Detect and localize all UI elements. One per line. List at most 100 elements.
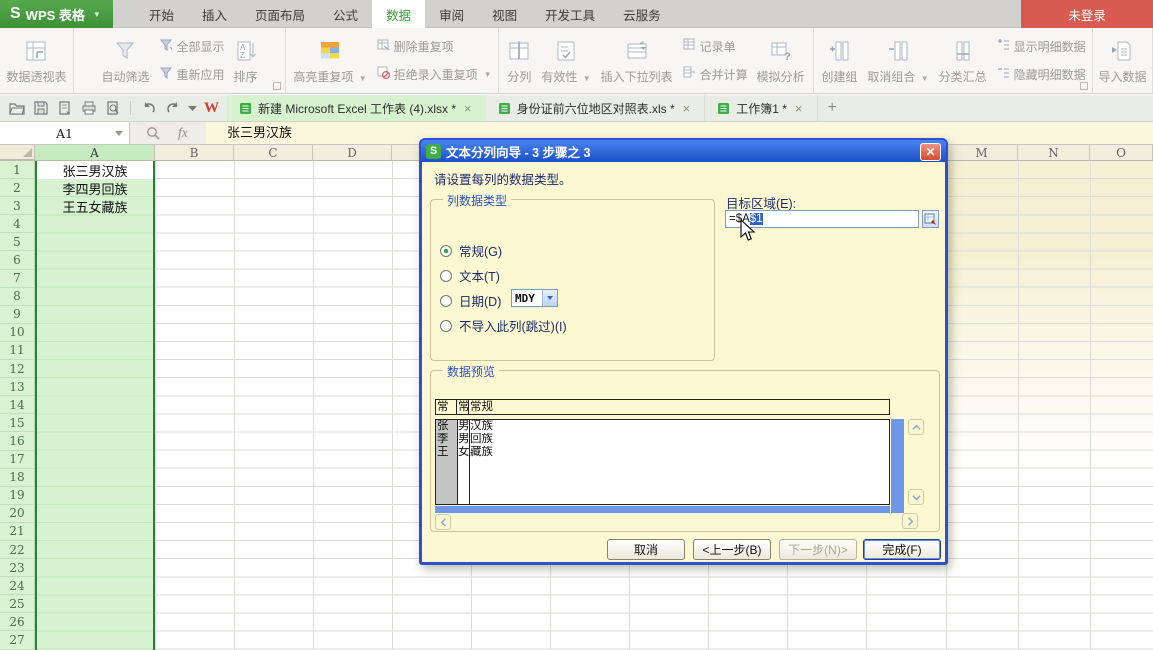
row-header-19[interactable]: 19 <box>0 487 34 505</box>
close-icon[interactable]: × <box>462 101 474 116</box>
document-tab[interactable]: 新建 Microsoft Excel 工作表 (4).xlsx *× <box>227 95 486 121</box>
radio-option-日期(D)[interactable]: 日期(D) <box>440 291 501 310</box>
column-header-A[interactable]: A <box>35 145 155 160</box>
preview-column-type-header[interactable]: 常规常常规 <box>435 399 890 415</box>
ribbon-button-模拟分析[interactable]: ?模拟分析 <box>752 37 810 85</box>
chevron-down-icon[interactable] <box>115 131 123 136</box>
row-header-20[interactable]: 20 <box>0 505 34 523</box>
radio-button-icon[interactable] <box>440 295 452 307</box>
selected-column-a[interactable] <box>35 161 155 650</box>
ribbon-button-导入数据[interactable]: 导入数据 <box>1093 37 1151 85</box>
radio-button-icon[interactable] <box>440 270 452 282</box>
menu-tab-审阅[interactable]: 审阅 <box>425 0 478 28</box>
row-header-8[interactable]: 8 <box>0 288 34 306</box>
menu-tab-页面布局[interactable]: 页面布局 <box>241 0 319 28</box>
preview-horizontal-scrollbar[interactable] <box>435 506 890 513</box>
ribbon-button-创建组[interactable]: 创建组 <box>816 37 862 85</box>
preview-header-cell[interactable]: 常规 <box>469 400 889 414</box>
dialog-button-<上一步(B)[interactable]: <上一步(B) <box>693 539 771 560</box>
scroll-right-button[interactable] <box>902 513 918 529</box>
row-header-2[interactable]: 2 <box>0 179 34 197</box>
radio-option-文本(T)[interactable]: 文本(T) <box>440 266 500 285</box>
column-header-D[interactable]: D <box>313 145 392 160</box>
cell-A1[interactable]: 张三男汉族 <box>37 161 153 179</box>
radio-option-不导入此列(跳过)(I)[interactable]: 不导入此列(跳过)(I) <box>440 316 567 335</box>
document-tab[interactable]: 身份证前六位地区对照表.xls *× <box>486 95 706 121</box>
menu-tab-开发工具[interactable]: 开发工具 <box>531 0 609 28</box>
ribbon-button-隐藏明细数据[interactable]: 隐藏明细数据 <box>996 65 1086 84</box>
ribbon-button-显示明细数据[interactable]: 显示明细数据 <box>996 37 1086 56</box>
scroll-up-button[interactable] <box>908 419 924 435</box>
ribbon-button-重新应用[interactable]: 重新应用 <box>158 65 224 84</box>
row-header-16[interactable]: 16 <box>0 432 34 450</box>
radio-button-icon[interactable] <box>440 320 452 332</box>
cell-A2[interactable]: 李四男回族 <box>37 179 153 197</box>
row-header-15[interactable]: 15 <box>0 414 34 432</box>
print-icon[interactable] <box>80 100 97 117</box>
row-header-7[interactable]: 7 <box>0 270 34 288</box>
ribbon-button-全部显示[interactable]: 全部显示 <box>158 37 224 56</box>
menu-tab-数据[interactable]: 数据 <box>372 0 425 28</box>
combo-dropdown-icon[interactable] <box>542 290 557 306</box>
row-header-24[interactable]: 24 <box>0 577 34 595</box>
column-header-M[interactable]: M <box>946 145 1018 160</box>
preview-data-area[interactable]: 张三男汉族李四男回族王五女藏族 <box>435 419 890 505</box>
row-header-6[interactable]: 6 <box>0 251 34 269</box>
column-header-C[interactable]: C <box>234 145 313 160</box>
ribbon-button-排序[interactable]: AZ排序 <box>229 37 263 85</box>
menu-tab-视图[interactable]: 视图 <box>478 0 531 28</box>
row-header-27[interactable]: 27 <box>0 631 34 649</box>
ribbon-button-拒绝录入重复项[interactable]: 拒绝录入重复项▼ <box>376 65 492 84</box>
row-header-5[interactable]: 5 <box>0 233 34 251</box>
menu-tab-云服务[interactable]: 云服务 <box>609 0 675 28</box>
column-header-O[interactable]: O <box>1090 145 1153 160</box>
radio-option-常规(G)[interactable]: 常规(G) <box>440 241 502 260</box>
row-header-23[interactable]: 23 <box>0 559 34 577</box>
ribbon-button-高亮重复项[interactable]: 高亮重复项 ▼ <box>288 37 371 85</box>
row-header-11[interactable]: 11 <box>0 342 34 360</box>
select-all-corner[interactable] <box>0 145 35 160</box>
row-header-14[interactable]: 14 <box>0 396 34 414</box>
document-tab[interactable]: 工作簿1 *× <box>705 95 817 121</box>
scroll-down-button[interactable] <box>908 489 924 505</box>
ribbon-button-记录单[interactable]: 记录单 <box>682 37 748 56</box>
menu-tab-公式[interactable]: 公式 <box>319 0 372 28</box>
preview-header-cell[interactable]: 常 <box>457 400 469 414</box>
redo-icon[interactable] <box>164 100 181 117</box>
ribbon-button-数据透视表[interactable]: 数据透视表 <box>1 37 71 85</box>
dialog-button-完成(F)[interactable]: 完成(F) <box>863 539 941 560</box>
export-icon[interactable] <box>56 100 73 117</box>
range-picker-button[interactable] <box>922 210 939 228</box>
wps-writer-icon[interactable]: W <box>204 100 219 117</box>
ribbon-button-分类汇总[interactable]: 分类汇总 <box>934 37 992 85</box>
close-icon[interactable]: × <box>793 101 805 116</box>
ribbon-button-自动筛选[interactable]: 自动筛选 <box>96 37 154 85</box>
row-header-17[interactable]: 17 <box>0 451 34 469</box>
print-preview-icon[interactable] <box>104 100 121 117</box>
menu-tab-开始[interactable]: 开始 <box>135 0 188 28</box>
login-button[interactable]: 未登录 <box>1021 0 1153 28</box>
preview-vertical-scrollbar[interactable] <box>891 419 904 513</box>
ribbon-button-分列[interactable]: 分列 <box>502 37 536 85</box>
row-header-18[interactable]: 18 <box>0 469 34 487</box>
app-logo[interactable]: S WPS 表格 ▼ <box>0 0 113 28</box>
close-icon[interactable]: × <box>681 101 693 116</box>
dialog-button-取消[interactable]: 取消 <box>607 539 685 560</box>
row-header-12[interactable]: 12 <box>0 360 34 378</box>
ribbon-button-取消组合[interactable]: 取消组合 ▼ <box>862 37 933 85</box>
row-header-9[interactable]: 9 <box>0 306 34 324</box>
menu-tab-插入[interactable]: 插入 <box>188 0 241 28</box>
date-format-combo[interactable]: MDY <box>511 289 558 307</box>
row-header-3[interactable]: 3 <box>0 197 34 215</box>
ribbon-button-合并计算[interactable]: 合并计算 <box>682 65 748 84</box>
row-header-21[interactable]: 21 <box>0 523 34 541</box>
radio-button-icon[interactable] <box>440 245 452 257</box>
save-icon[interactable] <box>32 100 49 117</box>
cell-A3[interactable]: 王五女藏族 <box>37 197 153 215</box>
undo-icon[interactable] <box>140 100 157 117</box>
row-header-25[interactable]: 25 <box>0 595 34 613</box>
row-header-10[interactable]: 10 <box>0 324 34 342</box>
open-folder-icon[interactable] <box>8 100 25 117</box>
qat-customize-icon[interactable] <box>188 99 197 117</box>
scroll-left-button[interactable] <box>435 514 451 530</box>
